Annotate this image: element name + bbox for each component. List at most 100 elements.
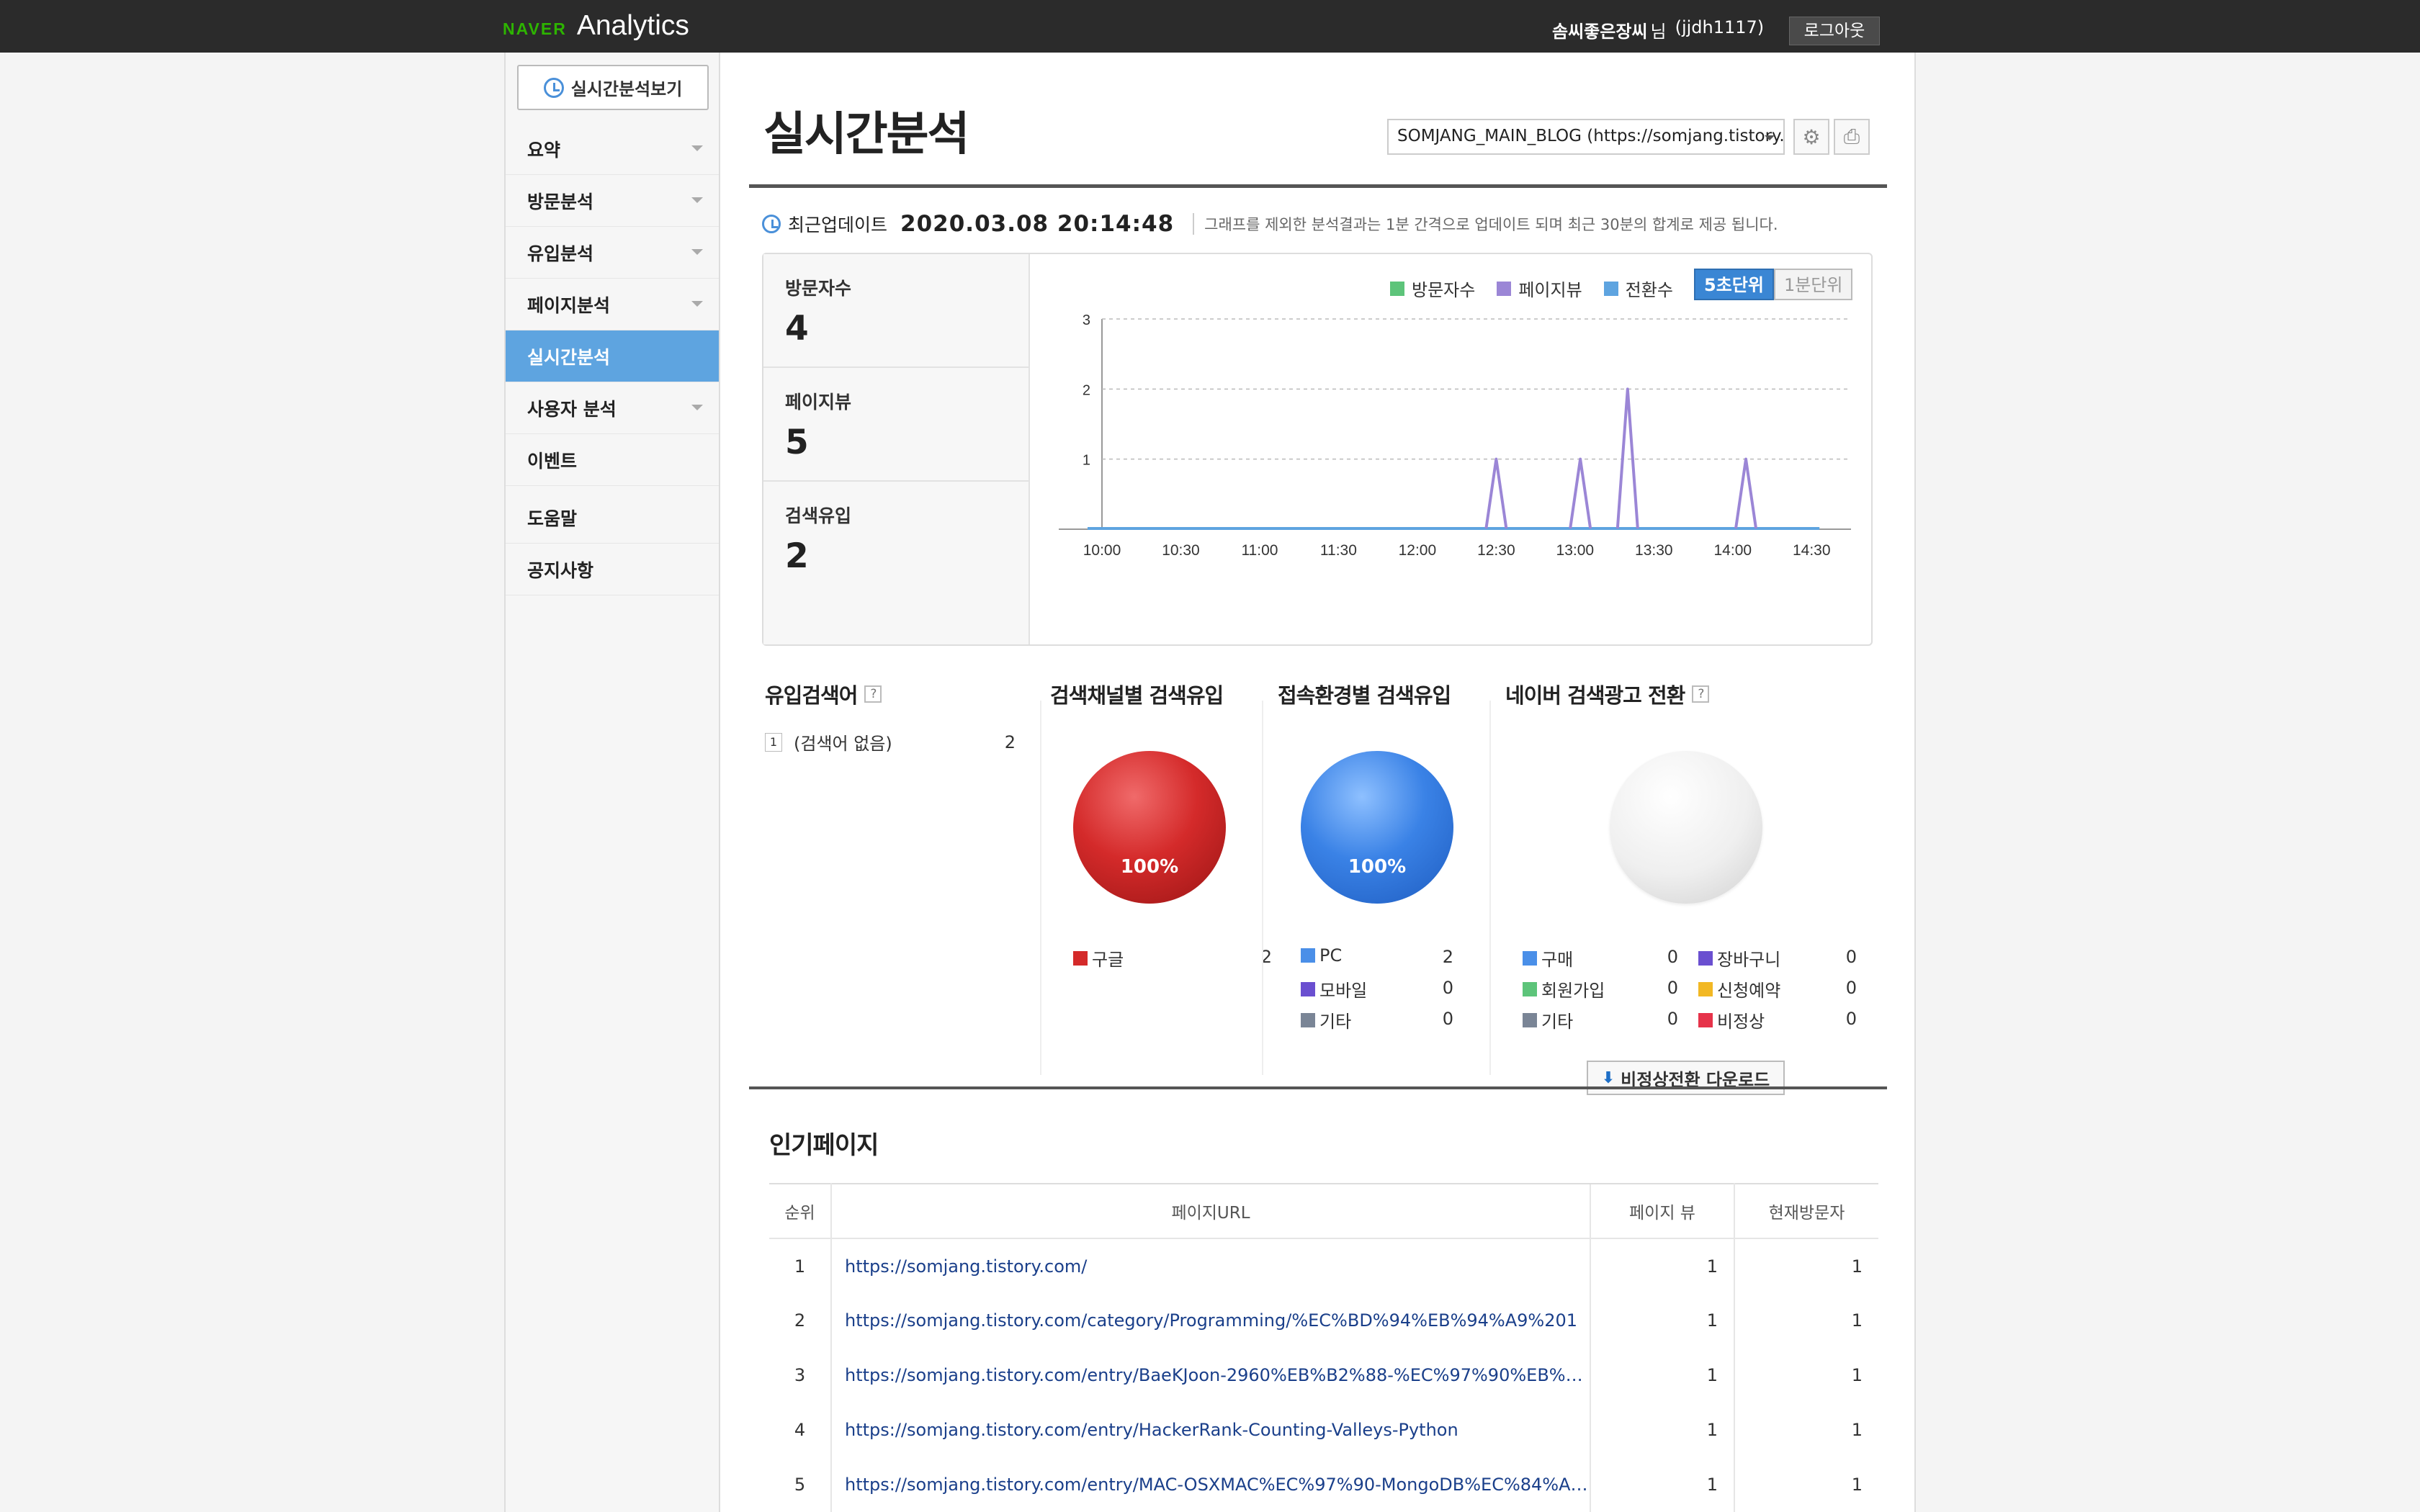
- table-row: 5 https://somjang.tistory.com/entry/MAC-…: [769, 1457, 1878, 1512]
- sidebar-item-summary[interactable]: 요약: [506, 123, 719, 175]
- realtime-line-chart: 1 2 3 10:00 10:30 11:00 11:30 12:00 12:30 13:00 13…: [1059, 312, 1851, 559]
- logo-naver: NAVER: [503, 19, 567, 38]
- user-name: 솜씨좋은장씨: [1552, 22, 1648, 42]
- chevron-down-icon: [1765, 135, 1775, 140]
- pageview-spike: [1484, 457, 1508, 529]
- update-note: 그래프를 제외한 분석결과는 1분 간격으로 업데이트 되며 최근 30분의 합…: [1193, 213, 1778, 235]
- sidebar-item-events[interactable]: 이벤트: [506, 434, 719, 486]
- env-pie: 100%: [1301, 751, 1453, 904]
- column-header: 페이지 뷰: [1590, 1183, 1735, 1239]
- kpi-value: 5: [785, 423, 809, 462]
- legend-swatch: [1698, 950, 1713, 966]
- sidebar-item-label: 요약: [527, 139, 561, 161]
- logo-analytics: Analytics: [576, 10, 689, 41]
- legend-value: 2: [1260, 947, 1272, 967]
- help-icon[interactable]: ?: [1692, 685, 1710, 703]
- chevron-down-icon: [691, 145, 703, 151]
- pageviews-cell: 1: [1590, 1293, 1735, 1348]
- sidebar-item-label: 페이지분석: [527, 294, 611, 316]
- rank-cell: 1: [769, 1238, 832, 1293]
- printer-icon: ⎙: [1843, 125, 1860, 148]
- unit-1min-button[interactable]: 1분단위: [1773, 269, 1853, 300]
- section-title: 유입검색어: [765, 683, 858, 708]
- current-visitors-cell: 1: [1851, 1420, 1863, 1440]
- legend-swatch: [1301, 948, 1315, 963]
- table-row: 2 https://somjang.tistory.com/category/P…: [769, 1293, 1878, 1348]
- realtime-view-button[interactable]: 실시간분석보기: [517, 65, 709, 110]
- pie-percent: 100%: [1348, 856, 1407, 878]
- sidebar-item-inflow[interactable]: 유입분석: [506, 227, 719, 279]
- sidebar-item-visits[interactable]: 방문분석: [506, 175, 719, 227]
- legend-swatch: [1390, 281, 1404, 296]
- x-tick-label: 11:30: [1320, 542, 1357, 559]
- divider: [1040, 701, 1041, 1075]
- help-icon[interactable]: ?: [864, 685, 882, 703]
- x-tick-label: 11:00: [1241, 542, 1278, 559]
- legend-swatch: [1301, 1012, 1315, 1027]
- env-legend-item: 모바일: [1301, 976, 1367, 1002]
- env-legend-item: PC: [1301, 945, 1342, 966]
- sidebar-menu: 요약 방문분석 유입분석 페이지분석 실시간분석 사용자 분석 이벤트 도움말 …: [506, 123, 719, 595]
- sidebar-item-label: 유입분석: [527, 243, 594, 264]
- kpi-visitors: 방문자수 4: [763, 254, 1030, 368]
- legend-swatch: [1698, 1012, 1713, 1027]
- page-title: 실시간분석: [763, 108, 969, 161]
- legend-swatch: [1073, 950, 1088, 966]
- legend-label: 모바일: [1319, 981, 1368, 1001]
- settings-button[interactable]: ⚙: [1793, 119, 1829, 155]
- legend-value: 0: [1667, 1009, 1678, 1029]
- sidebar-item-help[interactable]: 도움말: [506, 492, 719, 544]
- gear-icon: ⚙: [1802, 125, 1821, 149]
- table-row: 3 https://somjang.tistory.com/entry/BaeK…: [769, 1348, 1878, 1403]
- x-tick-label: 12:00: [1399, 542, 1437, 559]
- unit-5sec-button[interactable]: 5초단위: [1694, 269, 1774, 300]
- section-title: 접속환경별 검색유입: [1278, 683, 1451, 708]
- ads-legend-item: 장바구니: [1698, 945, 1780, 971]
- divider: [749, 184, 1887, 188]
- pageview-spike: [1569, 457, 1592, 529]
- y-tick-label: 1: [1083, 453, 1090, 469]
- legend-value: 0: [1442, 1009, 1453, 1029]
- rank-cell: 3: [769, 1348, 832, 1403]
- section-title: 네이버 검색광고 전환: [1505, 683, 1685, 708]
- legend-label: 신청예약: [1717, 981, 1781, 1001]
- legend-label: 장바구니: [1717, 950, 1781, 970]
- legend-label: 기타: [1541, 1012, 1574, 1032]
- env-legend-item: 기타: [1301, 1007, 1351, 1032]
- sidebar-item-notices[interactable]: 공지사항: [506, 544, 719, 595]
- kpi-value: 2: [785, 536, 809, 576]
- user-id: (jjdh1117): [1675, 17, 1765, 37]
- logout-button[interactable]: 로그아웃: [1789, 17, 1880, 45]
- realtime-view-label: 실시간분석보기: [570, 79, 683, 99]
- legend-value: 0: [1667, 978, 1678, 998]
- ads-legend-item: 기타: [1523, 1007, 1573, 1032]
- sidebar-item-realtime[interactable]: 실시간분석: [506, 330, 719, 382]
- sidebar-item-users[interactable]: 사용자 분석: [506, 382, 719, 434]
- ads-legend-item: 회원가입: [1523, 976, 1605, 1002]
- ads-legend-item: 신청예약: [1698, 976, 1780, 1002]
- keywords-section: 유입검색어? 1 (검색어 없음) 2: [765, 679, 1016, 755]
- page-url-link[interactable]: https://somjang.tistory.com/entry/Hacker…: [831, 1403, 1590, 1457]
- popular-pages-table: 순위 페이지URL 페이지 뷰 현재방문자 1 https://somjang.…: [769, 1183, 1878, 1512]
- site-select[interactable]: SOMJANG_MAIN_BLOG (https://somjang.tisto…: [1387, 119, 1785, 155]
- print-button[interactable]: ⎙: [1834, 119, 1870, 155]
- pie-percent: 100%: [1120, 856, 1179, 878]
- naver-analytics-logo[interactable]: NAVER Analytics: [503, 10, 689, 42]
- legend-swatch: [1698, 981, 1713, 996]
- table-row: 4 https://somjang.tistory.com/entry/Hack…: [769, 1403, 1878, 1457]
- current-visitors-cell: 1: [1851, 1365, 1863, 1385]
- site-select-value: SOMJANG_MAIN_BLOG (https://somjang.tisto…: [1397, 127, 1785, 145]
- page-url-link[interactable]: https://somjang.tistory.com/entry/MAC-OS…: [831, 1457, 1590, 1512]
- pageviews-cell: 1: [1590, 1403, 1735, 1457]
- pageviews-cell: 1: [1590, 1457, 1735, 1512]
- realtime-stats-panel: 방문자수 4 페이지뷰 5 검색유입 2 방문자수 페이지뷰 전환수 5초단위 …: [762, 253, 1873, 646]
- clock-icon: [762, 215, 781, 233]
- page-url-link[interactable]: https://somjang.tistory.com/: [831, 1238, 1590, 1293]
- page-url-link[interactable]: https://somjang.tistory.com/category/Pro…: [831, 1293, 1590, 1348]
- section-title: 검색채널별 검색유입: [1050, 683, 1224, 708]
- page-url-link[interactable]: https://somjang.tistory.com/entry/BaeKJo…: [831, 1348, 1590, 1403]
- abnormal-conversion-download-button[interactable]: ⬇ 비정상전환 다운로드: [1587, 1061, 1785, 1095]
- sidebar-item-pages[interactable]: 페이지분석: [506, 279, 719, 330]
- sidebar-item-label: 이벤트: [527, 450, 578, 472]
- legend-swatch: [1497, 281, 1512, 296]
